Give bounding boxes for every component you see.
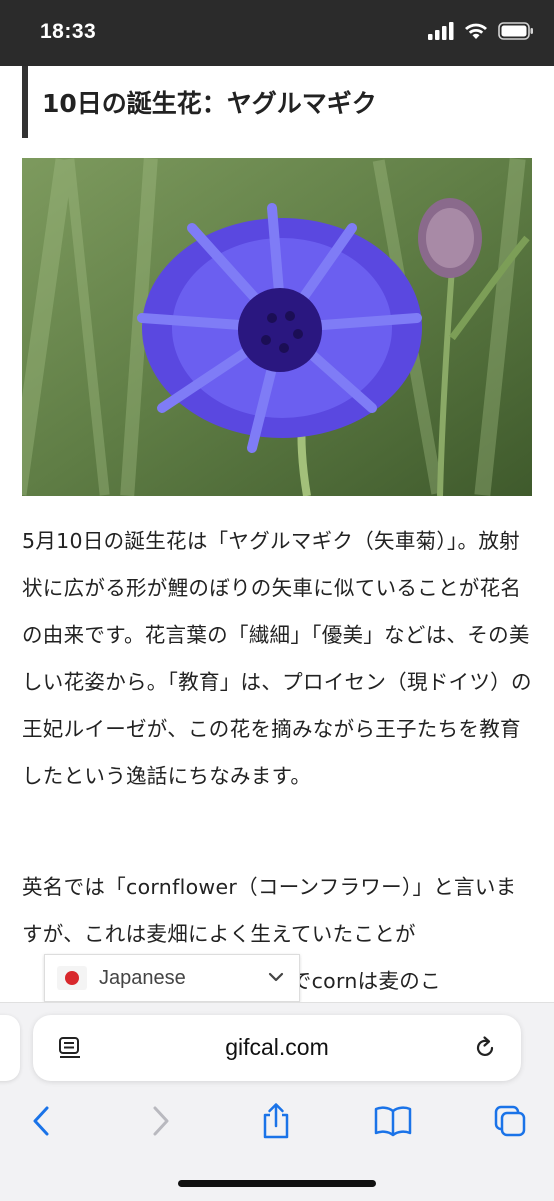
article-paragraph-1: 5月10日の誕生花は「ヤグルマギク（矢車菊）」。放射状に広がる形が鯉のぼりの矢車… — [22, 529, 532, 788]
address-bar[interactable]: gifcal.com — [33, 1015, 521, 1081]
chevron-down-icon — [268, 972, 284, 982]
status-icons — [428, 22, 534, 40]
cornflower-photo — [22, 158, 532, 496]
language-selector[interactable]: Japanese — [44, 954, 300, 1002]
url-text[interactable]: gifcal.com — [33, 1034, 521, 1061]
share-button[interactable] — [254, 1099, 298, 1143]
bookmarks-button[interactable] — [371, 1099, 415, 1143]
forward-icon — [153, 1106, 169, 1136]
tabs-icon — [494, 1105, 526, 1137]
cellular-signal-icon — [428, 22, 454, 40]
browser-toolbar: gifcal.com — [0, 1002, 554, 1201]
section-heading-text: 10日の誕生花：ヤグルマギク — [42, 89, 377, 118]
status-bar: 18:33 — [0, 0, 554, 66]
paragraph-2-text: 英名では「cornflower（コーンフラワー）」と言いますが、これは麦畑によく… — [22, 875, 517, 946]
japan-flag-icon — [57, 966, 87, 990]
back-icon — [33, 1106, 49, 1136]
status-time: 18:33 — [40, 20, 97, 43]
forward-button[interactable] — [138, 1099, 182, 1143]
section-heading: 10日の誕生花：ヤグルマギク — [22, 66, 538, 138]
tabs-button[interactable] — [488, 1099, 532, 1143]
share-icon — [263, 1103, 289, 1139]
home-indicator[interactable] — [178, 1180, 376, 1187]
back-button[interactable] — [20, 1099, 64, 1143]
language-selector-label: Japanese — [99, 966, 186, 989]
battery-icon — [498, 22, 533, 40]
previous-tab-peek[interactable] — [0, 1015, 20, 1081]
wifi-icon — [465, 23, 487, 39]
reload-icon[interactable] — [471, 1034, 499, 1062]
bookmarks-icon — [374, 1106, 412, 1137]
